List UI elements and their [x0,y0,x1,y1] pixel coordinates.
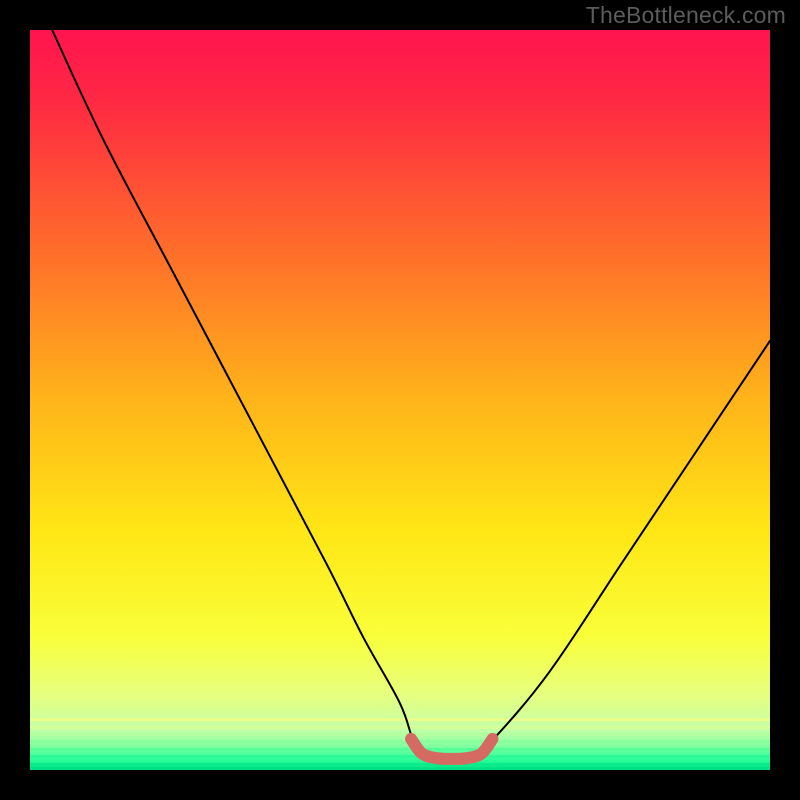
curve-path [52,30,770,759]
plot-area [30,30,770,770]
watermark-text: TheBottleneck.com [586,2,786,29]
chart-frame: TheBottleneck.com [0,0,800,800]
bottleneck-curve [30,30,770,770]
highlight-path [411,739,492,759]
